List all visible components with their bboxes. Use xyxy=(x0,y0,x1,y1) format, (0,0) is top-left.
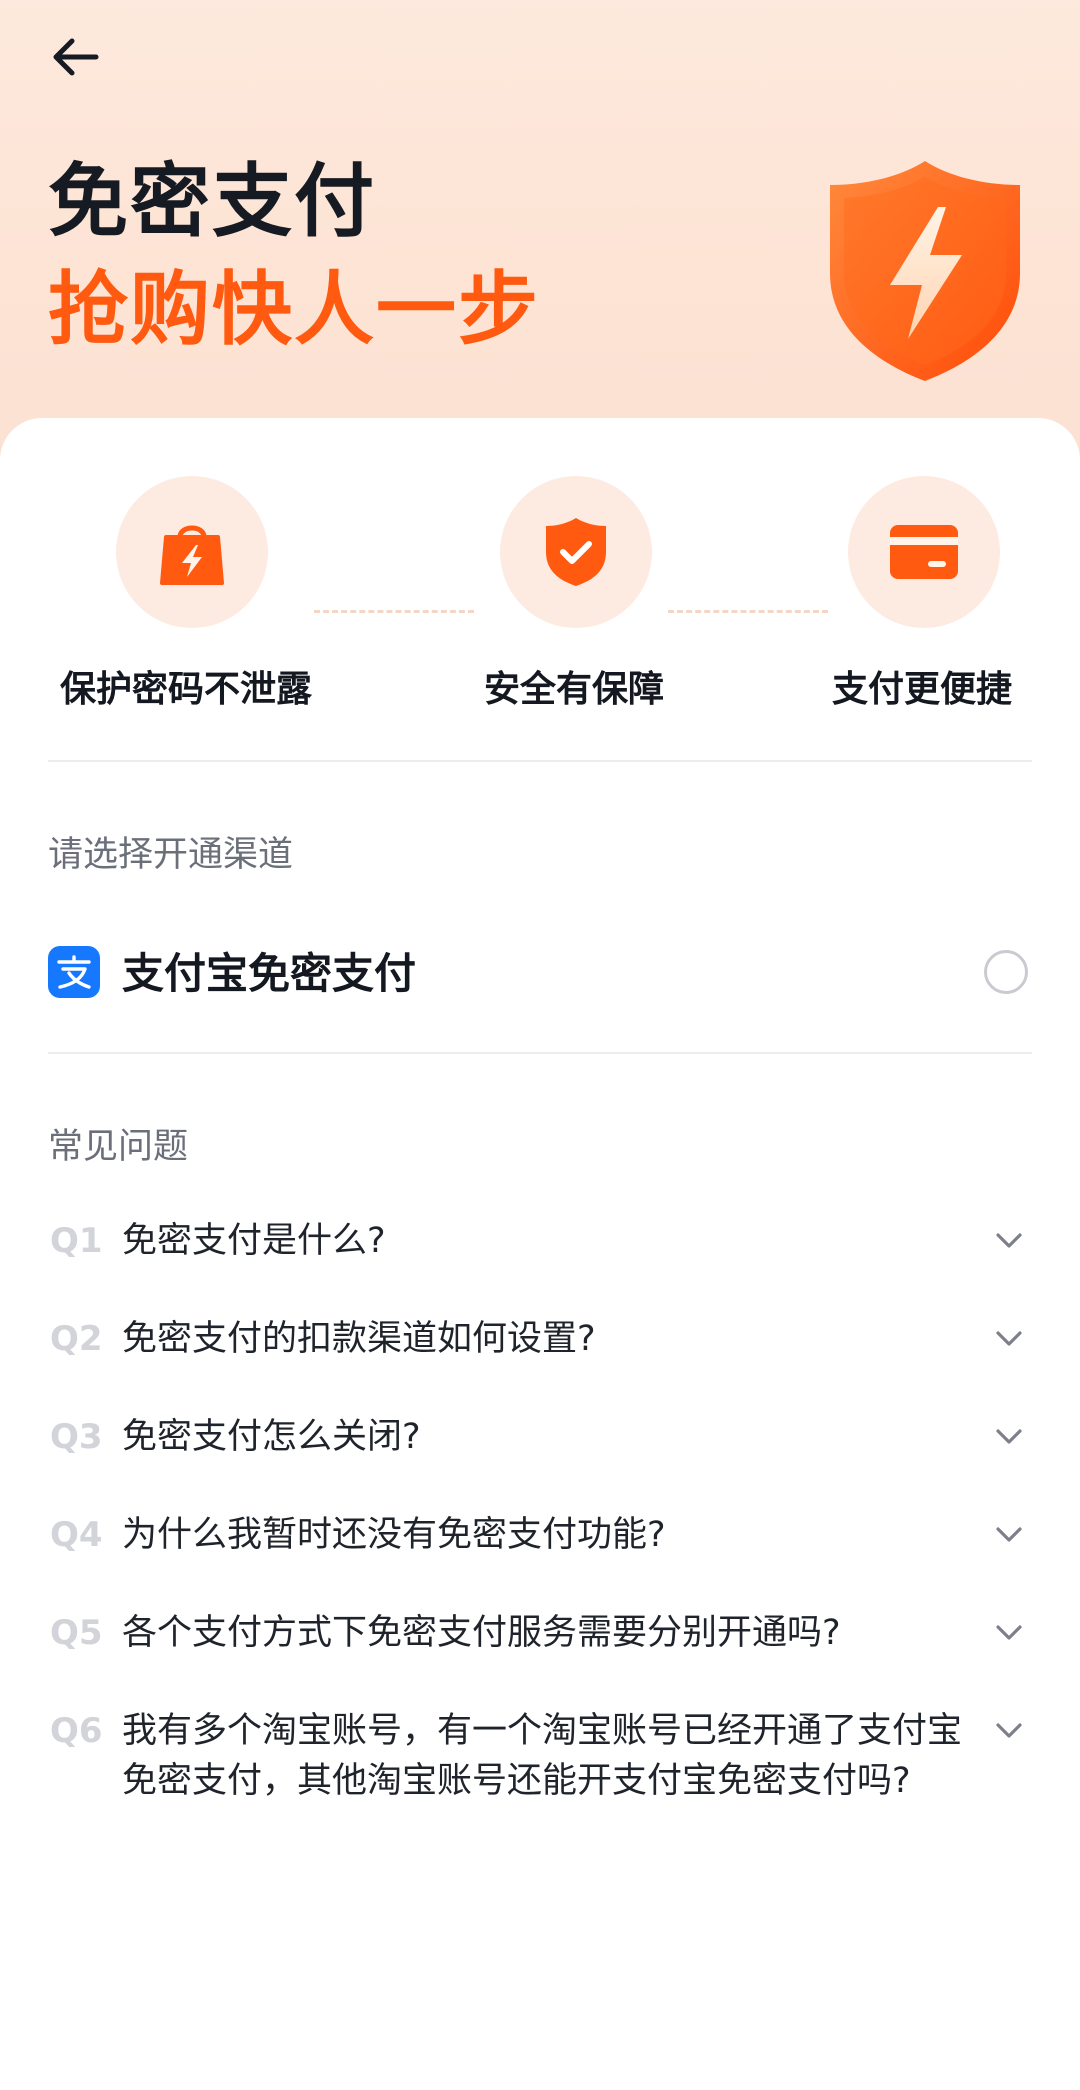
channel-section-label: 请选择开通渠道 xyxy=(48,835,294,875)
faq-question: 各个支付方式下免密支付服务需要分别开通吗? xyxy=(122,1613,841,1653)
faq-number: Q1 xyxy=(50,1221,103,1261)
faq-number: Q6 xyxy=(50,1711,103,1751)
faq-question: 免密支付怎么关闭? xyxy=(122,1417,421,1457)
feature-icon-circle xyxy=(848,476,1000,628)
channel-option-alipay[interactable]: 支付宝免密支付 xyxy=(48,926,1032,1022)
content-card: 保护密码不泄露 安全有保障 支付更便捷 请选择开通渠道 支付宝免密支付 常见问题… xyxy=(0,418,1080,2090)
faq-number: Q5 xyxy=(50,1613,103,1653)
faq-number: Q2 xyxy=(50,1319,103,1359)
page-title: 免密支付 xyxy=(48,155,376,248)
alipay-icon xyxy=(48,946,100,998)
faq-question: 为什么我暂时还没有免密支付功能? xyxy=(122,1515,666,1555)
divider xyxy=(48,1052,1032,1054)
chevron-down-icon[interactable] xyxy=(992,1714,1026,1748)
feature-list: 保护密码不泄露 安全有保障 支付更便捷 xyxy=(0,476,1080,736)
faq-question: 我有多个淘宝账号，有一个淘宝账号已经开通了支付宝免密支付，其他淘宝账号还能开支付… xyxy=(122,1711,963,1801)
feature-item: 安全有保障 xyxy=(480,476,740,736)
faq-item[interactable]: Q4 为什么我暂时还没有免密支付功能? xyxy=(48,1510,1032,1562)
feature-item: 保护密码不泄露 xyxy=(0,476,312,736)
back-arrow-icon xyxy=(53,38,99,76)
chevron-down-icon[interactable] xyxy=(992,1518,1026,1552)
hero-banner: 免密支付 抢购快人一步 xyxy=(0,0,1080,470)
lightning-shield-icon xyxy=(830,161,1020,381)
faq-number: Q4 xyxy=(50,1515,103,1555)
faq-item[interactable]: Q6 我有多个淘宝账号，有一个淘宝账号已经开通了支付宝免密支付，其他淘宝账号还能… xyxy=(48,1706,1032,1866)
faq-item[interactable]: Q1 免密支付是什么? xyxy=(48,1216,1032,1268)
faq-number: Q3 xyxy=(50,1417,103,1457)
feature-icon-circle xyxy=(116,476,268,628)
feature-item: 支付更便捷 xyxy=(820,476,1080,736)
chevron-down-icon[interactable] xyxy=(992,1322,1026,1356)
channel-option-label: 支付宝免密支付 xyxy=(122,949,417,998)
feature-icon-circle xyxy=(500,476,652,628)
dashed-connector xyxy=(314,610,474,613)
channel-radio-button[interactable] xyxy=(984,950,1028,994)
chevron-down-icon[interactable] xyxy=(992,1616,1026,1650)
faq-item[interactable]: Q3 免密支付怎么关闭? xyxy=(48,1412,1032,1464)
card-icon xyxy=(890,525,958,579)
faq-question: 免密支付的扣款渠道如何设置? xyxy=(122,1319,596,1359)
shopping-bag-lightning-icon xyxy=(160,525,224,585)
feature-label: 支付更便捷 xyxy=(832,669,1013,710)
faq-section-label: 常见问题 xyxy=(48,1127,189,1167)
divider xyxy=(48,760,1032,762)
dashed-connector xyxy=(668,610,828,613)
faq-item[interactable]: Q5 各个支付方式下免密支付服务需要分别开通吗? xyxy=(48,1608,1032,1660)
shield-check-icon xyxy=(546,518,606,586)
chevron-down-icon[interactable] xyxy=(992,1420,1026,1454)
faq-item[interactable]: Q2 免密支付的扣款渠道如何设置? xyxy=(48,1314,1032,1366)
faq-question: 免密支付是什么? xyxy=(122,1221,386,1261)
back-button[interactable] xyxy=(40,22,110,92)
feature-label: 安全有保障 xyxy=(484,669,665,710)
page-subtitle: 抢购快人一步 xyxy=(48,263,540,356)
chevron-down-icon[interactable] xyxy=(992,1224,1026,1258)
feature-label: 保护密码不泄露 xyxy=(60,669,313,710)
